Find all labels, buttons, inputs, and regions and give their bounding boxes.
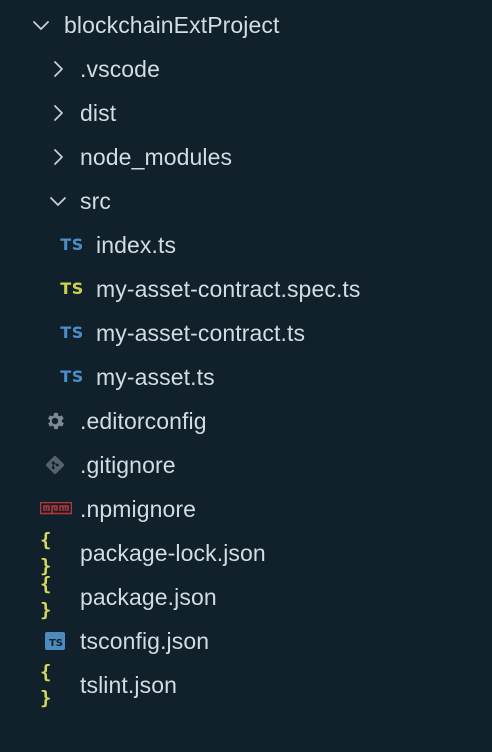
chevron-down-icon[interactable] [31, 15, 51, 35]
tree-item-file[interactable]: TS my-asset.ts [0, 355, 492, 399]
git-icon [40, 452, 70, 478]
typescript-config-badge-text: TS [48, 638, 63, 649]
tree-root-label: blockchainExtProject [64, 12, 280, 38]
json-icon: { } [40, 529, 54, 577]
tree-item-folder[interactable]: src [0, 179, 492, 223]
tree-item-file[interactable]: { } tslint.json [0, 661, 492, 709]
tree-item-file[interactable]: TS my-asset-contract.spec.ts [0, 267, 492, 311]
tree-item-folder[interactable]: node_modules [0, 135, 492, 179]
tree-root-folder[interactable]: blockchainExtProject [0, 3, 492, 47]
tree-item-label: my-asset-contract.spec.ts [96, 276, 361, 302]
tree-item-folder[interactable]: .vscode [0, 47, 492, 91]
tree-item-file[interactable]: TS my-asset-contract.ts [0, 311, 492, 355]
tree-item-file[interactable]: { } package-lock.json [0, 529, 492, 577]
chevron-down-icon[interactable] [48, 191, 68, 211]
tree-item-file[interactable]: .editorconfig [0, 399, 492, 443]
typescript-icon: TS [60, 235, 84, 254]
tree-item-label: my-asset-contract.ts [96, 320, 306, 346]
tree-item-label: my-asset.ts [96, 364, 215, 390]
tree-item-label: .editorconfig [80, 408, 207, 434]
tree-item-file[interactable]: TS tsconfig.json [0, 619, 492, 663]
tree-item-file[interactable]: { } package.json [0, 573, 492, 621]
tree-item-label: .vscode [80, 56, 160, 82]
json-icon: { } [40, 573, 54, 621]
npm-icon [39, 496, 73, 522]
chevron-right-icon[interactable] [48, 103, 68, 123]
tree-item-label: node_modules [80, 144, 233, 170]
typescript-config-badge: TS [45, 632, 65, 650]
tree-item-label: dist [80, 100, 117, 126]
tree-item-label: tslint.json [80, 672, 177, 698]
tree-item-folder[interactable]: dist [0, 91, 492, 135]
tree-item-label: src [80, 188, 111, 214]
typescript-icon: TS [60, 367, 84, 386]
tree-item-file[interactable]: .gitignore [0, 443, 492, 487]
gear-icon [40, 408, 70, 434]
tree-item-label: .npmignore [80, 496, 197, 522]
json-icon: { } [40, 661, 54, 709]
chevron-right-icon[interactable] [48, 59, 68, 79]
tree-item-file[interactable]: .npmignore [0, 487, 492, 531]
tree-item-file[interactable]: TS index.ts [0, 223, 492, 267]
chevron-right-icon[interactable] [48, 147, 68, 167]
file-explorer: blockchainExtProject .vscode dist node_m… [0, 0, 492, 752]
typescript-icon: TS [60, 323, 84, 342]
tree-item-label: .gitignore [80, 452, 176, 478]
tree-item-label: package-lock.json [80, 540, 266, 566]
tree-item-label: package.json [80, 584, 217, 610]
tree-item-label: tsconfig.json [80, 628, 210, 654]
typescript-config-icon: TS [40, 628, 70, 654]
tree-item-label: index.ts [96, 232, 177, 258]
typescript-test-icon: TS [60, 279, 84, 298]
